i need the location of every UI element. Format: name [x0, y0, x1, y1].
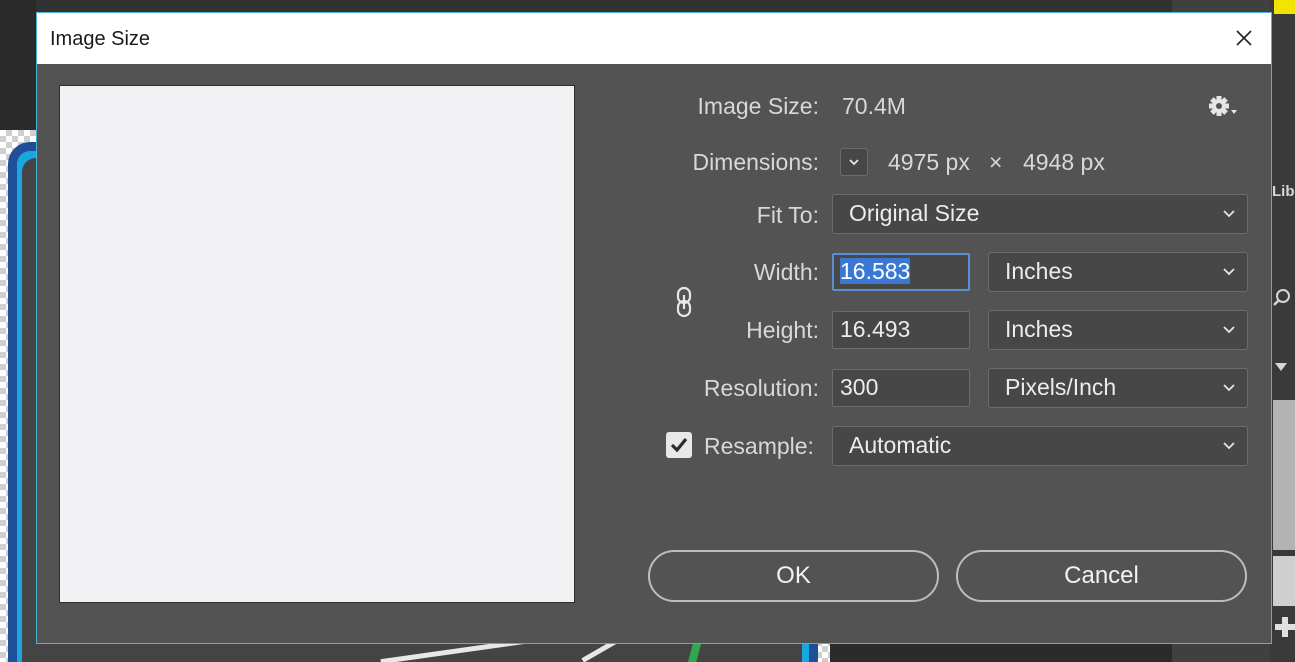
gear-icon[interactable] — [1207, 93, 1243, 121]
resample-label: Resample: — [704, 433, 814, 459]
height-unit-value: Inches — [1005, 316, 1073, 342]
ok-button[interactable]: OK — [648, 550, 939, 602]
fit-to-select[interactable]: Original Size — [832, 194, 1248, 234]
resolution-input[interactable]: 300 — [832, 369, 970, 407]
width-value: 16.583 — [840, 258, 911, 284]
color-swatch[interactable] — [1274, 0, 1295, 14]
plus-icon[interactable] — [1274, 614, 1295, 645]
width-unit-value: Inches — [1005, 258, 1073, 284]
width-label: Width: — [753, 259, 819, 285]
height-unit-select[interactable]: Inches — [988, 310, 1248, 350]
dimensions-label: Dimensions: — [692, 149, 819, 175]
chevron-down-icon — [849, 159, 859, 166]
cancel-button[interactable]: Cancel — [956, 550, 1247, 602]
chevron-down-icon — [1223, 326, 1235, 334]
image-size-dialog: Image Size Image Size: 70.4M Dimensions: — [36, 12, 1272, 644]
chevron-down-icon — [1223, 210, 1235, 218]
dialog-title: Image Size — [50, 28, 151, 50]
width-input[interactable]: 16.583 — [832, 253, 970, 291]
resolution-value: 300 — [840, 374, 879, 400]
dialog-titlebar: Image Size — [37, 13, 1271, 64]
image-preview[interactable] — [59, 85, 575, 603]
height-input[interactable]: 16.493 — [832, 311, 970, 349]
image-size-label: Image Size: — [697, 93, 819, 119]
chevron-down-icon — [1223, 384, 1235, 392]
height-label: Height: — [746, 317, 819, 343]
checkmark-icon — [670, 437, 688, 453]
height-value: 16.493 — [840, 316, 911, 342]
dimensions-width: 4975 px — [888, 149, 970, 175]
libraries-panel-tab[interactable]: Lib — [1272, 183, 1295, 200]
resolution-label: Resolution: — [703, 375, 819, 401]
image-size-value: 70.4M — [842, 93, 906, 119]
resolution-unit-select[interactable]: Pixels/Inch — [988, 368, 1248, 408]
fit-to-label: Fit To: — [756, 202, 819, 228]
panel-thumbnail — [1273, 556, 1295, 606]
search-icon[interactable] — [1272, 288, 1292, 313]
dimensions-times: × — [989, 149, 1003, 175]
resample-select[interactable]: Automatic — [832, 426, 1248, 466]
chevron-down-icon — [1223, 268, 1235, 276]
close-icon[interactable] — [1229, 23, 1259, 53]
resample-checkbox[interactable] — [666, 432, 692, 458]
resample-value: Automatic — [849, 432, 952, 458]
fit-to-value: Original Size — [849, 200, 980, 226]
dimensions-height: 4948 px — [1023, 149, 1105, 175]
resolution-unit-value: Pixels/Inch — [1005, 374, 1117, 400]
panel-thumbnail — [1273, 400, 1295, 550]
chevron-down-icon — [1223, 442, 1235, 450]
chain-link-icon[interactable] — [674, 286, 694, 318]
panel-collapse-icon[interactable] — [1273, 360, 1289, 376]
dimensions-unit-dropdown[interactable] — [840, 148, 868, 176]
width-unit-select[interactable]: Inches — [988, 252, 1248, 292]
app-dark-area — [0, 0, 36, 130]
